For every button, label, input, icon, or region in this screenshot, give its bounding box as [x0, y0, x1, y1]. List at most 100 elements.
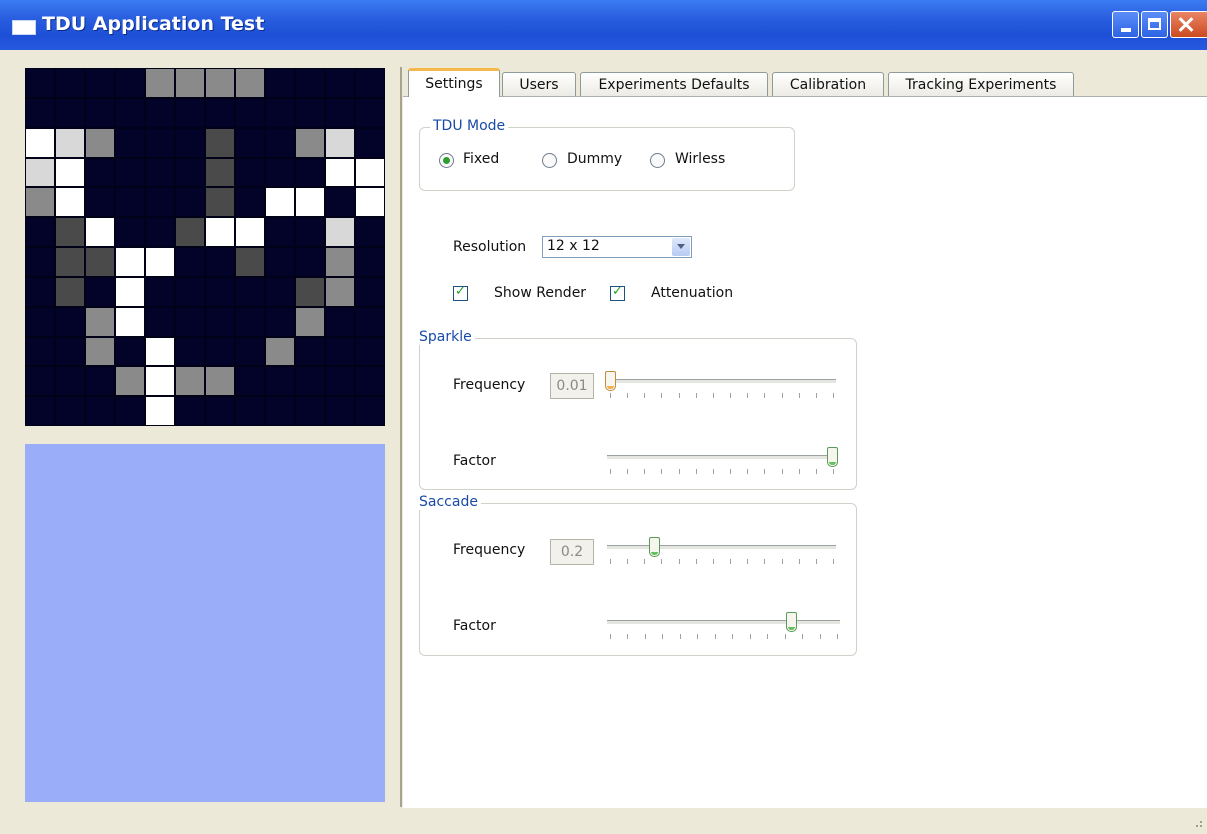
slider-tick [644, 393, 646, 398]
slider-tick [644, 469, 646, 474]
slider-tick [767, 634, 769, 639]
tab-calibration[interactable]: Calibration [772, 72, 884, 96]
grid-cell [206, 277, 234, 306]
panel-splitter[interactable] [400, 67, 402, 807]
grid-cell [86, 277, 114, 306]
grid-cell [266, 277, 294, 306]
resolution-select[interactable]: 12 x 12 [542, 236, 692, 258]
grid-cell [296, 218, 324, 246]
show-render-label: Show Render [494, 285, 587, 301]
grid-cell [86, 337, 114, 366]
grid-cell [296, 188, 324, 217]
grid-cell [206, 218, 234, 246]
grid-cell [236, 277, 264, 306]
grid-cell [176, 218, 204, 246]
slider-tick [764, 559, 766, 564]
slider-tick [732, 634, 734, 639]
saccade-factor-slider[interactable] [605, 610, 842, 644]
close-button[interactable] [1170, 11, 1207, 38]
tab-experiments-defaults[interactable]: Experiments Defaults [580, 72, 768, 96]
saccade-frequency-slider[interactable] [605, 535, 838, 569]
grid-cell [356, 69, 384, 97]
secondary-preview-panel [25, 444, 385, 802]
grid-cell [206, 367, 234, 396]
slider-tick [798, 393, 800, 398]
grid-cell [26, 98, 54, 127]
grid-cell [176, 248, 204, 276]
resize-grip-icon[interactable] [1193, 818, 1203, 828]
radio-wirless[interactable] [650, 153, 665, 168]
grid-cell [326, 218, 354, 246]
radio-fixed[interactable] [439, 153, 454, 168]
grid-cell [236, 397, 264, 425]
saccade-frequency-label: Frequency [453, 542, 526, 558]
grid-cell [356, 248, 384, 276]
show-render-checkbox[interactable] [453, 284, 468, 301]
attenuation-checkbox[interactable] [610, 284, 625, 301]
grid-cell [266, 188, 294, 217]
grid-cell [206, 248, 234, 276]
grid-cell [236, 307, 264, 336]
grid-cell [176, 337, 204, 366]
tab-tracking-experiments[interactable]: Tracking Experiments [888, 72, 1074, 96]
grid-cell [26, 128, 54, 157]
grid-cell [116, 248, 144, 276]
slider-tick [837, 634, 838, 639]
grid-cell [176, 128, 204, 157]
slider-thumb[interactable] [605, 371, 616, 391]
resolution-label: Resolution [453, 239, 527, 255]
minimize-button[interactable] [1112, 11, 1139, 38]
grid-cell [356, 188, 384, 217]
grid-cell [146, 337, 174, 366]
slider-tick [730, 393, 732, 398]
grid-cell [26, 248, 54, 276]
slider-tick [678, 469, 680, 474]
grid-cell [146, 128, 174, 157]
radio-dummy[interactable] [542, 153, 557, 168]
grid-cell [266, 367, 294, 396]
grid-cell [296, 98, 324, 127]
grid-cell [56, 397, 84, 425]
grid-cell [116, 337, 144, 366]
grid-cell [146, 98, 174, 127]
grid-cell [266, 337, 294, 366]
grid-cell [146, 307, 174, 336]
grid-cell [116, 128, 144, 157]
slider-tick [730, 469, 732, 474]
grid-cell [116, 158, 144, 187]
slider-tick [610, 559, 611, 564]
grid-cell [146, 248, 174, 276]
grid-cell [176, 277, 204, 306]
grid-cell [116, 277, 144, 306]
grid-cell [356, 277, 384, 306]
slider-thumb[interactable] [785, 612, 797, 632]
sparkle-factor-slider[interactable] [605, 445, 838, 479]
grid-cell [206, 98, 234, 127]
grid-cell [296, 337, 324, 366]
grid-cell [236, 128, 264, 157]
slider-tick [661, 469, 663, 474]
grid-cell [236, 218, 264, 246]
title-bar[interactable]: TDU Application Test [0, 0, 1207, 50]
slider-tick [712, 469, 714, 474]
chevron-down-icon[interactable] [672, 238, 690, 256]
slider-thumb[interactable] [827, 447, 838, 467]
grid-cell [266, 218, 294, 246]
grid-cell [236, 69, 264, 97]
grid-cell [176, 367, 204, 396]
grid-cell [326, 248, 354, 276]
slider-tick [749, 634, 751, 639]
grid-cell [56, 218, 84, 246]
slider-thumb[interactable] [649, 537, 661, 557]
maximize-button[interactable] [1141, 11, 1168, 38]
slider-tick [678, 393, 680, 398]
grid-cell [26, 397, 54, 425]
tab-users[interactable]: Users [502, 72, 576, 96]
sparkle-frequency-slider[interactable] [605, 369, 838, 403]
tab-settings[interactable]: Settings [408, 68, 500, 97]
slider-tick [662, 634, 664, 639]
grid-cell [326, 337, 354, 366]
slider-tick [610, 393, 611, 398]
slider-tick [627, 393, 629, 398]
grid-cell [326, 69, 354, 97]
